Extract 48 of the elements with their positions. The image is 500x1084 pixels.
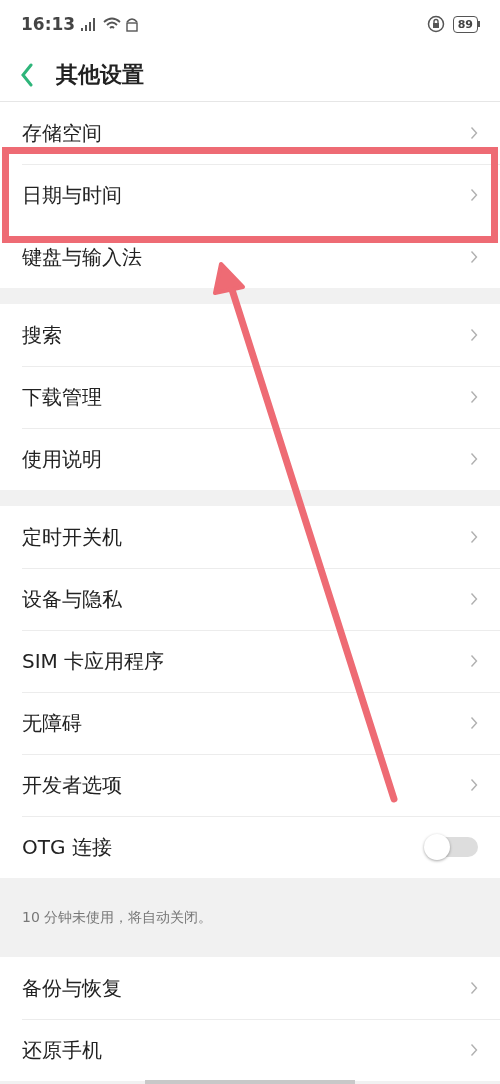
battery-icon: 89 (452, 15, 480, 33)
chevron-icon (470, 328, 478, 342)
setting-label: 使用说明 (22, 445, 103, 473)
setting-row[interactable]: 备份与恢复 (0, 957, 500, 1019)
setting-row[interactable]: 搜索 (0, 304, 500, 366)
setting-label: 还原手机 (22, 1036, 103, 1064)
setting-row[interactable]: 还原手机 (0, 1019, 500, 1081)
chevron-icon (470, 1043, 478, 1057)
setting-label: 键盘与输入法 (22, 243, 143, 271)
setting-row[interactable]: 设备与隐私 (0, 568, 500, 630)
setting-label: 搜索 (22, 321, 63, 349)
setting-row[interactable]: 下载管理 (0, 366, 500, 428)
chevron-icon (470, 188, 478, 202)
setting-label: 下载管理 (22, 383, 103, 411)
page-title: 其他设置 (56, 60, 144, 89)
setting-label: 日期与时间 (22, 181, 123, 209)
wifi-icon (103, 17, 122, 31)
setting-row[interactable]: OTG 连接 (0, 816, 500, 878)
chevron-icon (470, 126, 478, 140)
toggle-switch[interactable] (424, 834, 478, 860)
setting-label: 开发者选项 (22, 771, 123, 799)
setting-label: 无障碍 (22, 709, 83, 737)
setting-row[interactable]: 开发者选项 (0, 754, 500, 816)
setting-label: OTG 连接 (22, 833, 113, 861)
setting-row[interactable]: SIM 卡应用程序 (0, 630, 500, 692)
setting-label: 定时开关机 (22, 523, 123, 551)
chevron-icon (470, 452, 478, 466)
chevron-icon (470, 716, 478, 730)
setting-label: SIM 卡应用程序 (22, 647, 166, 675)
chevron-icon (470, 592, 478, 606)
chevron-icon (470, 390, 478, 404)
setting-row[interactable]: 无障碍 (0, 692, 500, 754)
setting-label: 存储空间 (22, 119, 103, 147)
setting-row[interactable]: 定时开关机 (0, 506, 500, 568)
setting-label: 设备与隐私 (22, 585, 123, 613)
setting-row[interactable]: 使用说明 (0, 428, 500, 490)
chevron-icon (470, 654, 478, 668)
chevron-icon (470, 250, 478, 264)
setting-label: 备份与恢复 (22, 974, 123, 1002)
setting-row[interactable]: 存储空间 (0, 102, 500, 164)
chevron-icon (470, 981, 478, 995)
back-button[interactable] (20, 62, 34, 87)
setting-row[interactable]: 日期与时间 (0, 164, 500, 226)
rotation-lock-icon (426, 15, 445, 33)
chevron-icon (470, 778, 478, 792)
status-time: 16:13 (21, 14, 76, 34)
setting-row[interactable]: 键盘与输入法 (0, 226, 500, 288)
chevron-icon (470, 530, 478, 544)
